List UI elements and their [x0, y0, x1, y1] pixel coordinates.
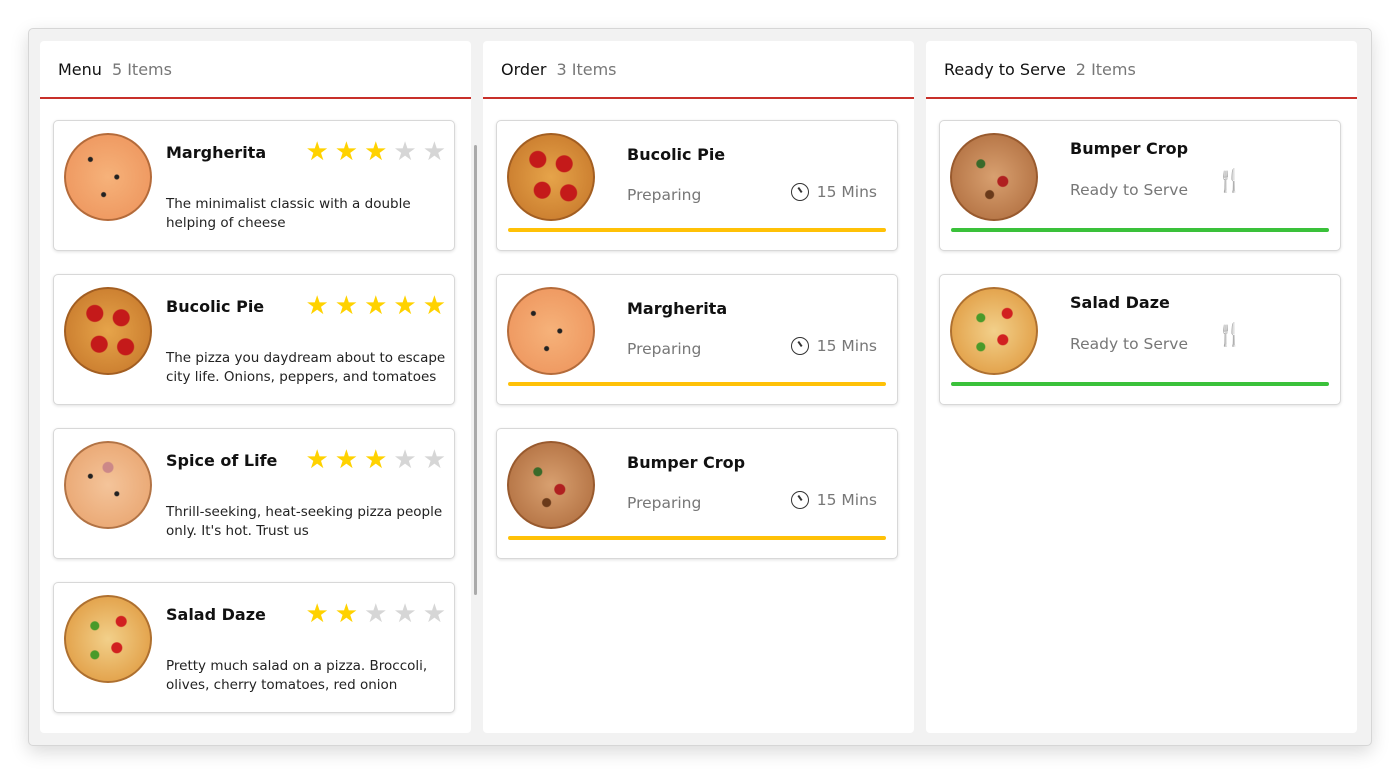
- star-filled-icon[interactable]: ★: [335, 599, 358, 629]
- pizza-image: [64, 595, 152, 683]
- pizza-name: Bumper Crop: [627, 453, 746, 472]
- pizza-image: [64, 287, 152, 375]
- pizza-name: Bucolic Pie: [627, 145, 726, 164]
- pizza-image: [950, 133, 1038, 221]
- pizza-description: The pizza you daydream about to escape c…: [166, 350, 446, 385]
- pizza-description: The minimalist classic with a double hel…: [166, 196, 411, 231]
- timer-value: 15 Mins: [816, 491, 877, 509]
- progress-bar: [508, 382, 886, 386]
- progress-bar: [508, 228, 886, 232]
- pizza-image: [950, 287, 1038, 375]
- cutlery-icon: 🍴: [1216, 169, 1244, 194]
- star-filled-icon[interactable]: ★: [364, 445, 387, 475]
- star-filled-icon[interactable]: ★: [305, 599, 328, 629]
- menu-title: Menu: [58, 59, 102, 79]
- star-filled-icon[interactable]: ★: [305, 291, 328, 321]
- progress-bar: [951, 382, 1329, 386]
- pizza-description: Thrill-seeking, heat-seeking pizza peopl…: [166, 504, 443, 539]
- star-filled-icon[interactable]: ★: [423, 291, 446, 321]
- star-filled-icon[interactable]: ★: [305, 137, 328, 167]
- menu-item-card[interactable]: Margherita ★ ★ ★ ★ ★ The minimalist classic …: [53, 120, 455, 251]
- menu-count: 5 Items: [111, 59, 172, 79]
- pizza-name: Salad Daze: [166, 605, 266, 624]
- order-status: Preparing: [627, 494, 702, 512]
- star-empty-icon[interactable]: ★: [364, 599, 387, 629]
- timer-icon: [790, 337, 809, 355]
- timer: 15 Mins: [790, 183, 877, 201]
- order-status: Preparing: [627, 186, 702, 204]
- ready-count: 2 Items: [1075, 59, 1136, 79]
- order-header: Order 3 Items: [483, 41, 914, 99]
- pizza-name: Margherita: [166, 143, 267, 162]
- ready-status: Ready to Serve: [1070, 181, 1188, 199]
- ready-title: Ready to Serve: [944, 59, 1066, 79]
- ready-status: Ready to Serve: [1070, 335, 1188, 353]
- pizza-name: Margherita: [627, 299, 728, 318]
- star-filled-icon[interactable]: ★: [364, 137, 387, 167]
- timer-icon: [790, 183, 809, 201]
- star-empty-icon[interactable]: ★: [423, 599, 446, 629]
- star-empty-icon[interactable]: ★: [393, 445, 416, 475]
- app-window: Menu 5 Items Margherita ★ ★ ★ ★ ★ The minima…: [28, 28, 1372, 746]
- order-item-card[interactable]: Bumper Crop Preparing 15 Mins: [496, 428, 898, 559]
- menu-header: Menu 5 Items: [40, 41, 471, 99]
- pizza-name: Bucolic Pie: [166, 297, 265, 316]
- pizza-name: Bumper Crop: [1070, 139, 1189, 158]
- menu-item-card[interactable]: Salad Daze ★ ★ ★ ★ ★ Pretty much salad on a …: [53, 582, 455, 713]
- star-filled-icon[interactable]: ★: [335, 291, 358, 321]
- timer: 15 Mins: [790, 491, 877, 509]
- ready-item-card[interactable]: Salad Daze Ready to Serve 🍴: [939, 274, 1341, 405]
- timer-value: 15 Mins: [816, 337, 877, 355]
- pizza-image: [64, 133, 152, 221]
- menu-item-card[interactable]: Spice of Life ★ ★ ★ ★ ★ Thrill-seeking, heat…: [53, 428, 455, 559]
- timer: 15 Mins: [790, 337, 877, 355]
- star-empty-icon[interactable]: ★: [423, 137, 446, 167]
- pizza-image: [507, 287, 595, 375]
- menu-scrollbar[interactable]: [474, 145, 477, 595]
- order-column: Order 3 Items Bucolic Pie Preparing 15 M…: [483, 41, 914, 733]
- star-empty-icon[interactable]: ★: [423, 445, 446, 475]
- star-rating[interactable]: ★ ★ ★ ★ ★: [305, 599, 446, 629]
- star-empty-icon[interactable]: ★: [393, 599, 416, 629]
- order-title: Order: [501, 59, 547, 79]
- star-filled-icon[interactable]: ★: [364, 291, 387, 321]
- timer-icon: [790, 491, 809, 509]
- order-count: 3 Items: [556, 59, 617, 79]
- order-status: Preparing: [627, 340, 702, 358]
- cutlery-icon: 🍴: [1216, 323, 1244, 348]
- star-filled-icon[interactable]: ★: [305, 445, 328, 475]
- order-item-card[interactable]: Margherita Preparing 15 Mins: [496, 274, 898, 405]
- star-filled-icon[interactable]: ★: [335, 445, 358, 475]
- ready-header: Ready to Serve 2 Items: [926, 41, 1357, 99]
- progress-bar: [951, 228, 1329, 232]
- pizza-name: Spice of Life: [166, 451, 278, 470]
- ready-column: Ready to Serve 2 Items Bumper Crop Ready…: [926, 41, 1357, 733]
- menu-column: Menu 5 Items Margherita ★ ★ ★ ★ ★ The minima…: [40, 41, 477, 733]
- progress-bar: [508, 536, 886, 540]
- star-filled-icon[interactable]: ★: [335, 137, 358, 167]
- pizza-description: Pretty much salad on a pizza. Broccoli, …: [166, 658, 428, 693]
- star-empty-icon[interactable]: ★: [393, 137, 416, 167]
- pizza-image: [507, 441, 595, 529]
- star-rating[interactable]: ★ ★ ★ ★ ★: [305, 445, 446, 475]
- pizza-image: [64, 441, 152, 529]
- ready-item-card[interactable]: Bumper Crop Ready to Serve 🍴: [939, 120, 1341, 251]
- star-filled-icon[interactable]: ★: [393, 291, 416, 321]
- timer-value: 15 Mins: [816, 183, 877, 201]
- pizza-image: [507, 133, 595, 221]
- order-item-card[interactable]: Bucolic Pie Preparing 15 Mins: [496, 120, 898, 251]
- menu-item-card[interactable]: Bucolic Pie ★ ★ ★ ★ ★ The pizza you daydream…: [53, 274, 455, 405]
- star-rating[interactable]: ★ ★ ★ ★ ★: [305, 291, 446, 321]
- pizza-name: Salad Daze: [1070, 293, 1170, 312]
- star-rating[interactable]: ★ ★ ★ ★ ★: [305, 137, 446, 167]
